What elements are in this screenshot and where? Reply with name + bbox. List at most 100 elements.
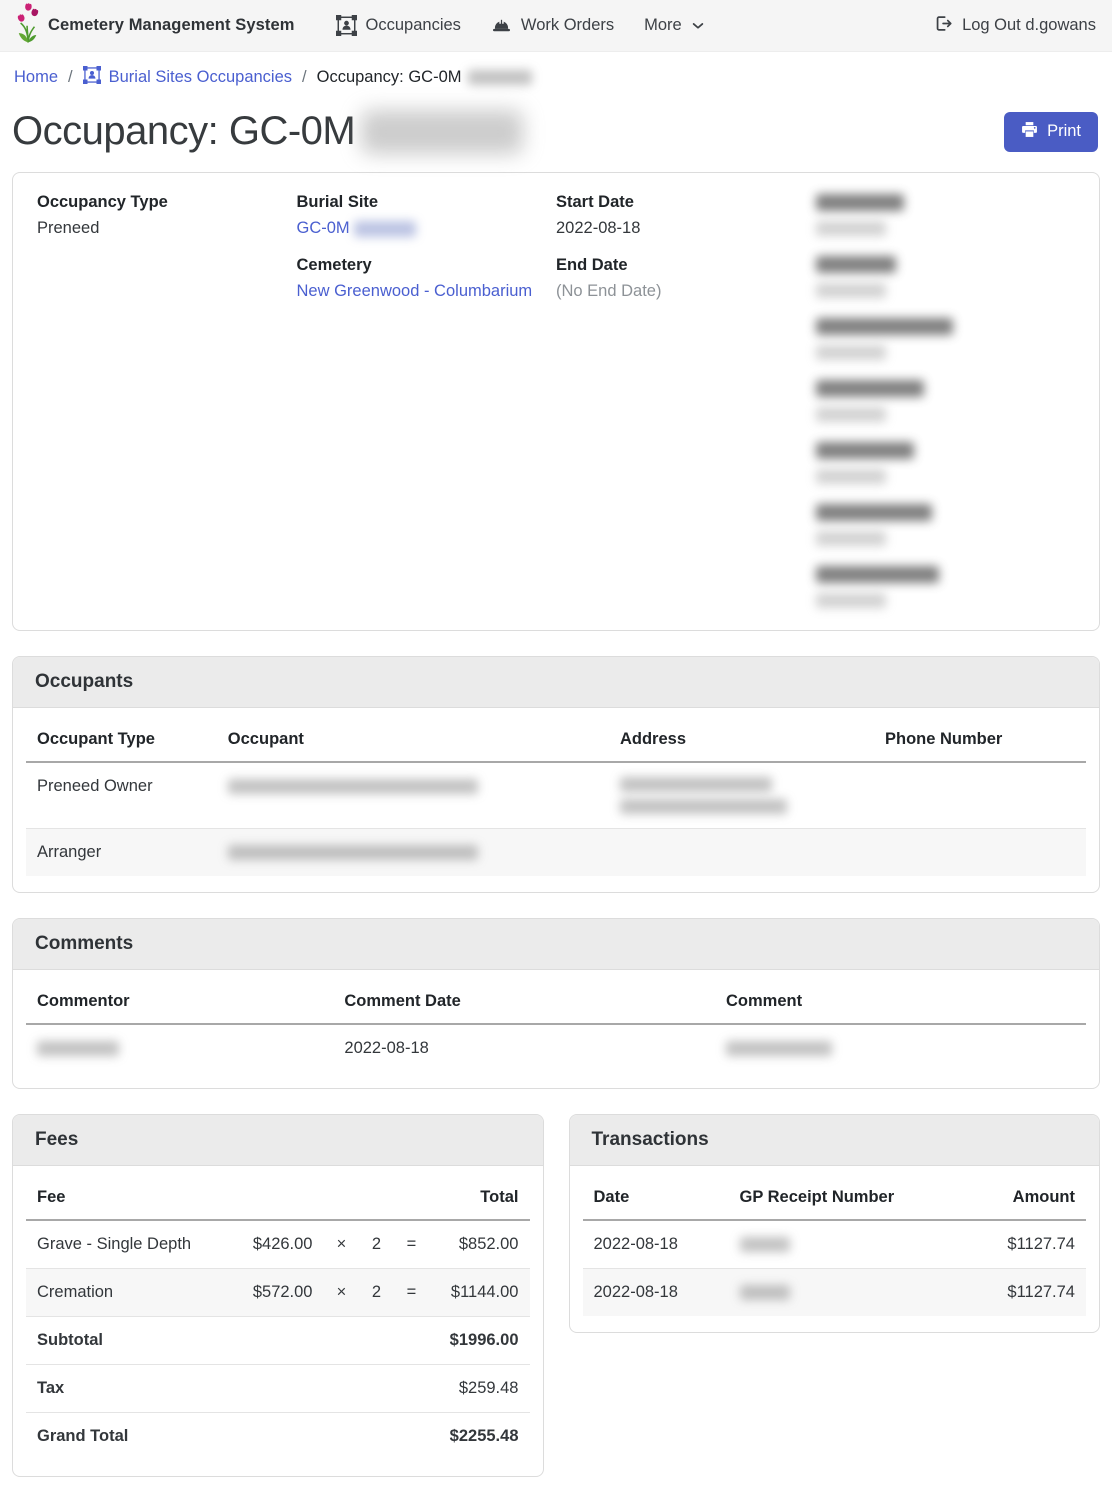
- breadcrumb-home-link[interactable]: Home: [14, 68, 58, 87]
- top-navbar: Cemetery Management System Occupancies W…: [0, 0, 1112, 52]
- redacted-text: [468, 70, 532, 85]
- logout-label: Log Out d.gowans: [962, 16, 1096, 35]
- start-date-label: Start Date: [556, 193, 796, 212]
- burial-plot-icon-blue: [83, 66, 101, 89]
- redacted-text: [228, 779, 478, 794]
- details-column-2: Burial Site GC-0M Cemetery New Greenwood…: [297, 193, 557, 610]
- redacted-value: [816, 407, 886, 422]
- comments-header-commentor: Commentor: [26, 980, 333, 1024]
- transaction-receipt-cell: [729, 1269, 940, 1317]
- logout-icon: [934, 14, 953, 38]
- comments-card: Comments Commentor Comment Date Comment …: [12, 918, 1100, 1089]
- fees-transactions-row: Fees Fee Total Grave - Single Depth: [0, 1114, 1112, 1502]
- occupant-address-cell: [609, 829, 874, 877]
- redacted-label: [816, 442, 914, 459]
- occupant-type-cell: Preneed Owner: [26, 762, 217, 829]
- redacted-label: [816, 256, 896, 273]
- chevron-down-icon: [691, 19, 705, 33]
- nav-item-more[interactable]: More: [644, 16, 705, 35]
- comment-cell: [715, 1024, 1086, 1072]
- breadcrumb-separator: /: [68, 68, 73, 87]
- redacted-field: [816, 503, 1056, 548]
- subtotal-row: Subtotal $1996.00: [26, 1317, 530, 1365]
- transactions-header-date: Date: [583, 1176, 729, 1220]
- occupant-type-cell: Arranger: [26, 829, 217, 877]
- comments-header-date: Comment Date: [333, 980, 715, 1024]
- comments-section-title: Comments: [13, 919, 1099, 970]
- redacted-value: [816, 283, 886, 298]
- occupant-name-cell: [217, 762, 609, 829]
- page-title: Occupancy: GC-0M: [12, 109, 523, 154]
- breadcrumb-occupancies-link[interactable]: Burial Sites Occupancies: [83, 66, 292, 89]
- redacted-text: [620, 777, 772, 792]
- transactions-card: Transactions Date GP Receipt Number Amou…: [569, 1114, 1101, 1333]
- redacted-label: [816, 318, 953, 335]
- fee-times-cell: ×: [324, 1269, 360, 1317]
- fee-total-cell: $1144.00: [430, 1269, 530, 1317]
- cemetery-link[interactable]: New Greenwood - Columbarium: [297, 282, 533, 300]
- tax-value: $259.48: [430, 1365, 530, 1413]
- redacted-field: [816, 565, 1056, 610]
- table-row: Cremation $572.00 × 2 = $1144.00: [26, 1269, 530, 1317]
- occupant-phone-cell: [874, 829, 1086, 877]
- commentor-cell: [26, 1024, 333, 1072]
- fee-price-cell: $426.00: [232, 1220, 324, 1269]
- burial-site-label: Burial Site: [297, 193, 537, 212]
- app-title: Cemetery Management System: [48, 16, 295, 35]
- occupant-phone-cell: [874, 762, 1086, 829]
- fees-table: Fee Total Grave - Single Depth $426.00 ×…: [26, 1176, 530, 1460]
- nav-item-occupancies[interactable]: Occupancies: [336, 15, 461, 36]
- subtotal-label: Subtotal: [26, 1317, 430, 1365]
- redacted-field: [816, 441, 1056, 486]
- logout-button[interactable]: Log Out d.gowans: [934, 14, 1096, 38]
- transaction-date-cell: 2022-08-18: [583, 1220, 729, 1269]
- breadcrumb: Home / Burial Sites Occupancies / Occupa…: [0, 52, 1112, 99]
- grand-total-row: Grand Total $2255.48: [26, 1413, 530, 1461]
- printer-icon: [1021, 121, 1038, 143]
- comment-date-cell: 2022-08-18: [333, 1024, 715, 1072]
- redacted-label: [816, 504, 932, 521]
- table-row: 2022-08-18: [26, 1024, 1086, 1072]
- fee-name-cell: Grave - Single Depth: [26, 1220, 232, 1269]
- occupants-card: Occupants Occupant Type Occupant Address…: [12, 656, 1100, 893]
- comments-table: Commentor Comment Date Comment 2022-08-1…: [26, 980, 1086, 1072]
- nav-item-work-orders[interactable]: Work Orders: [491, 15, 614, 36]
- occupants-table: Occupant Type Occupant Address Phone Num…: [26, 718, 1086, 876]
- fee-name-cell: Cremation: [26, 1269, 232, 1317]
- page-title-text: Occupancy: GC-0M: [12, 109, 355, 154]
- fee-total-cell: $852.00: [430, 1220, 530, 1269]
- breadcrumb-occupancies-label: Burial Sites Occupancies: [109, 68, 292, 87]
- redacted-text: [620, 799, 787, 814]
- nav-occupancies-label: Occupancies: [366, 16, 461, 35]
- transaction-receipt-cell: [729, 1220, 940, 1269]
- end-date-label: End Date: [556, 256, 796, 275]
- transaction-amount-cell: $1127.74: [940, 1220, 1086, 1269]
- fee-times-cell: ×: [324, 1220, 360, 1269]
- transactions-section-title: Transactions: [570, 1115, 1100, 1166]
- print-button[interactable]: Print: [1004, 112, 1098, 152]
- occupants-header-type: Occupant Type: [26, 718, 217, 762]
- app-brand[interactable]: Cemetery Management System: [16, 2, 295, 49]
- end-date-value: (No End Date): [556, 282, 796, 301]
- nav-more-label: More: [644, 16, 682, 35]
- redacted-field: [816, 379, 1056, 424]
- redacted-value: [816, 221, 886, 236]
- details-column-1: Occupancy Type Preneed: [37, 193, 297, 610]
- table-row: Arranger: [26, 829, 1086, 877]
- table-row: Preneed Owner: [26, 762, 1086, 829]
- redacted-value: [816, 345, 886, 360]
- occupant-name-cell: [217, 829, 609, 877]
- occupants-section-title: Occupants: [13, 657, 1099, 708]
- redacted-text: [361, 110, 523, 154]
- cemetery-label: Cemetery: [297, 256, 537, 275]
- breadcrumb-separator: /: [302, 68, 307, 87]
- table-row: 2022-08-18 $1127.74: [583, 1269, 1087, 1317]
- occupants-header-occupant: Occupant: [217, 718, 609, 762]
- burial-site-link[interactable]: GC-0M: [297, 219, 350, 237]
- fees-card: Fees Fee Total Grave - Single Depth: [12, 1114, 544, 1477]
- redacted-label: [816, 566, 939, 583]
- occupancy-type-field: Occupancy Type Preneed: [37, 193, 277, 238]
- redacted-field: [816, 193, 1056, 238]
- occupant-address-cell: [609, 762, 874, 829]
- details-column-3: Start Date 2022-08-18 End Date (No End D…: [556, 193, 816, 610]
